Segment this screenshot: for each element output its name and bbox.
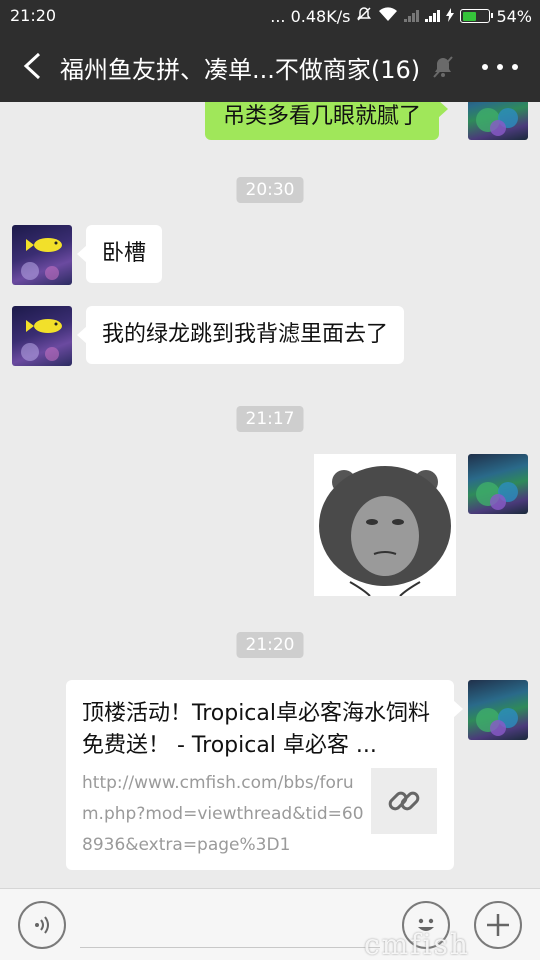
more-options-button[interactable] bbox=[482, 54, 518, 80]
status-right: ... 0.48K/s 54% bbox=[270, 6, 532, 26]
message-bubble-outgoing[interactable]: 吊类多看几眼就腻了 bbox=[205, 102, 449, 140]
battery-percent: 54% bbox=[496, 6, 532, 26]
coral-avatar-image bbox=[476, 108, 518, 136]
voice-toggle-button[interactable] bbox=[18, 901, 66, 949]
timestamp-label: 20:30 bbox=[236, 177, 304, 203]
timestamp-label: 21:17 bbox=[236, 406, 304, 432]
chat-title: 福州鱼友拼、凑单...不做商家(16) bbox=[60, 56, 421, 84]
bear-face-sticker-icon bbox=[319, 466, 451, 597]
battery-icon bbox=[460, 9, 494, 23]
message-bubble-incoming[interactable]: 我的绿龙跳到我背滤里面去了 bbox=[76, 306, 405, 364]
timestamp-label: 21:20 bbox=[236, 632, 304, 658]
voice-icon bbox=[35, 916, 49, 934]
mute-icon bbox=[433, 56, 453, 78]
network-speed: ... 0.48K/s bbox=[270, 6, 351, 26]
link-icon bbox=[388, 791, 420, 811]
dnd-icon bbox=[356, 6, 372, 26]
chevron-left-icon bbox=[23, 52, 41, 80]
status-bar: 21:20 ... 0.48K/s 54% bbox=[0, 0, 540, 32]
link-url: http://www.cmfish.com/bbs/forum.php?mod=… bbox=[82, 773, 364, 855]
message-bubble-incoming[interactable]: 卧槽 bbox=[76, 225, 163, 283]
avatar-self[interactable] bbox=[468, 680, 528, 740]
more-functions-button[interactable] bbox=[474, 901, 522, 949]
chat-header: 福州鱼友拼、凑单...不做商家(16) bbox=[0, 32, 540, 102]
link-card-message[interactable]: 顶楼活动！Tropical卓必客海水饲料免费送！ - Tropical 卓必客 … bbox=[66, 680, 463, 870]
avatar-self[interactable] bbox=[468, 102, 528, 140]
avatar-sender[interactable] bbox=[12, 306, 72, 366]
link-title: 顶楼活动！Tropical卓必客海水饲料免费送！ - Tropical 卓必客 … bbox=[82, 701, 430, 758]
signal-icon-sim1 bbox=[404, 10, 420, 22]
plus-icon bbox=[487, 914, 509, 936]
watermark: cmfish bbox=[364, 928, 470, 960]
sticker-image[interactable] bbox=[314, 454, 456, 597]
back-button[interactable] bbox=[14, 48, 50, 84]
message-input[interactable] bbox=[80, 947, 380, 948]
yellow-fish-avatar-image bbox=[21, 319, 62, 361]
link-thumbnail bbox=[371, 768, 437, 834]
charging-icon bbox=[446, 7, 455, 26]
coral-avatar-image bbox=[476, 482, 518, 510]
avatar-self[interactable] bbox=[468, 454, 528, 514]
yellow-fish-avatar-image bbox=[21, 238, 62, 280]
signal-icon-sim2 bbox=[425, 10, 441, 22]
wifi-icon bbox=[378, 6, 398, 26]
status-time: 21:20 bbox=[10, 6, 57, 25]
chat-area[interactable]: 吊类多看几眼就腻了 20:30 卧槽 我的绿龙跳到我背滤里面去了 21:17 2… bbox=[0, 102, 540, 888]
coral-avatar-image bbox=[476, 708, 518, 736]
avatar-sender[interactable] bbox=[12, 225, 72, 285]
